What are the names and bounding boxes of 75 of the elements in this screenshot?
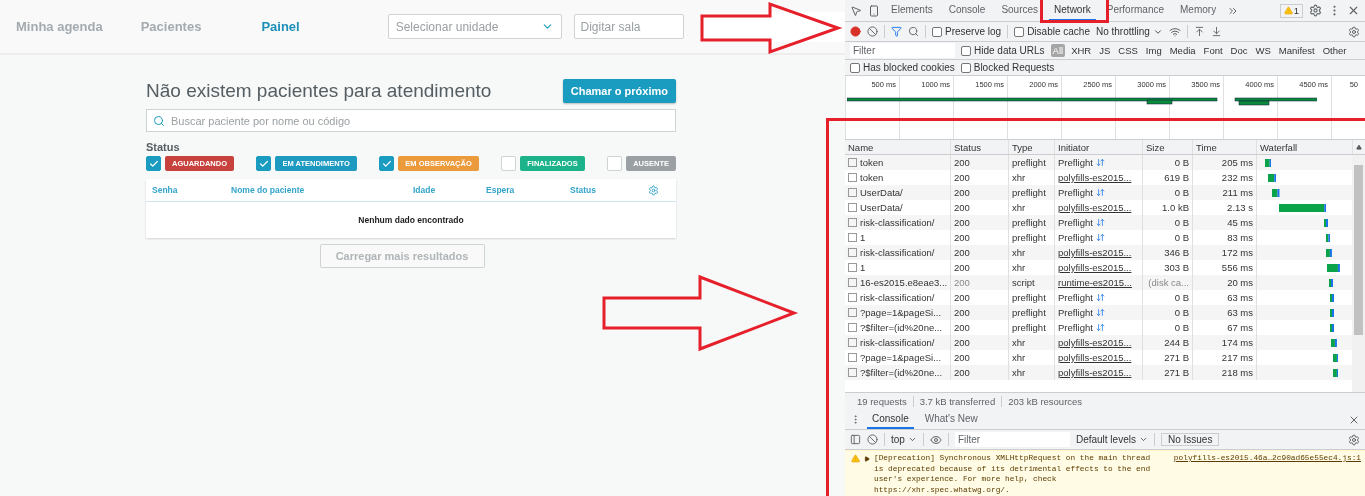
empty-message: Nenhum dado encontrado bbox=[358, 215, 464, 225]
request-name[interactable]: 1 bbox=[845, 230, 950, 245]
initiator-link[interactable]: polyfills-es2015... bbox=[1058, 262, 1132, 273]
type-filter[interactable]: Img bbox=[1143, 44, 1164, 57]
column-header[interactable]: Status bbox=[950, 140, 1008, 154]
column-header[interactable]: Size bbox=[1142, 140, 1192, 154]
type-filter[interactable]: XHR bbox=[1069, 44, 1094, 57]
request-name[interactable]: token bbox=[845, 170, 950, 185]
column-header[interactable]: Initiator bbox=[1054, 140, 1142, 154]
status-cell: 200 bbox=[950, 365, 1008, 380]
levels-select[interactable]: Default levels bbox=[1075, 434, 1148, 445]
request-name[interactable]: 16-es2015.e8eae3... bbox=[845, 275, 950, 290]
initiator-link[interactable]: polyfills-es2015... bbox=[1058, 202, 1132, 213]
column-header: Status bbox=[570, 185, 597, 195]
initiator-link[interactable]: polyfills-es2015... bbox=[1058, 172, 1132, 183]
type-filter[interactable]: CSS bbox=[1116, 44, 1140, 57]
type-filter[interactable]: Other bbox=[1320, 44, 1349, 57]
preserve-log-checkbox[interactable]: Preserve log bbox=[932, 26, 1002, 37]
nav-link[interactable]: Painel bbox=[261, 19, 300, 34]
drawer-tab[interactable]: What's New bbox=[919, 410, 983, 429]
disable-cache-checkbox[interactable]: Disable cache bbox=[1014, 26, 1090, 37]
status-label: Status bbox=[146, 141, 181, 153]
hide-data-urls-checkbox[interactable]: Hide data URLs bbox=[961, 45, 1045, 56]
request-name[interactable]: ?$filter=(id%20ne... bbox=[845, 365, 950, 380]
initiator-link[interactable]: polyfills-es2015... bbox=[1058, 352, 1132, 363]
warning-badge[interactable]: 1 bbox=[1279, 3, 1303, 18]
type-filter[interactable]: Font bbox=[1201, 44, 1225, 57]
console-filter-field[interactable]: Filter bbox=[954, 432, 1070, 447]
column-header: Nome do paciente bbox=[231, 185, 306, 195]
blocked-cookies-checkbox[interactable]: Has blocked cookies bbox=[850, 62, 955, 73]
request-name[interactable]: 1 bbox=[845, 260, 950, 275]
column-header: Senha bbox=[152, 185, 179, 195]
type-cell: xhr bbox=[1008, 365, 1054, 380]
request-name[interactable]: UserData/ bbox=[845, 200, 950, 215]
filter-field[interactable]: Filter bbox=[850, 43, 955, 58]
request-name[interactable]: token bbox=[845, 155, 950, 170]
column-header[interactable]: Name bbox=[845, 140, 950, 154]
blocked-requests-checkbox[interactable]: Blocked Requests bbox=[960, 62, 1055, 73]
request-name[interactable]: ?page=1&pageSi... bbox=[845, 350, 950, 365]
type-filter[interactable]: Media bbox=[1167, 44, 1198, 57]
devtools-tab[interactable]: Performance bbox=[1101, 0, 1169, 21]
throttling-select[interactable]: No throttling bbox=[1095, 26, 1163, 37]
page-heading: Não existem pacientes para atendimento bbox=[146, 80, 492, 102]
initiator-link[interactable]: polyfills-es2015... bbox=[1058, 337, 1132, 348]
request-name[interactable]: risk-classification/ bbox=[845, 215, 950, 230]
summary-text: 3.7 kB transferred bbox=[912, 396, 1002, 407]
devtools-tab[interactable]: Elements bbox=[886, 0, 938, 21]
request-name[interactable]: ?page=1&pageSi... bbox=[845, 305, 950, 320]
devtools-tab[interactable]: Sources bbox=[996, 0, 1044, 21]
issues-button[interactable]: No Issues bbox=[1160, 433, 1220, 446]
column-header[interactable]: Waterfall bbox=[1256, 140, 1352, 154]
context-select[interactable]: top bbox=[891, 434, 917, 445]
request-name[interactable]: ?$filter=(id%20ne... bbox=[845, 320, 950, 335]
request-name[interactable]: risk-classification/ bbox=[845, 335, 950, 350]
column-header: Idade bbox=[413, 185, 437, 195]
size-cell: 271 B bbox=[1142, 365, 1192, 380]
room-field[interactable]: Digitar sala bbox=[573, 14, 684, 39]
time-cell: 218 ms bbox=[1192, 365, 1256, 380]
initiator-link[interactable]: polyfills-es2015... bbox=[1058, 367, 1132, 378]
type-filter[interactable]: JS bbox=[1097, 44, 1113, 57]
devtools-tab[interactable]: Console bbox=[943, 0, 991, 21]
devtools-tab[interactable]: Memory bbox=[1175, 0, 1222, 21]
column-header[interactable]: Type bbox=[1008, 140, 1054, 154]
initiator-link[interactable]: runtime-es2015... bbox=[1058, 277, 1132, 288]
summary-text: 203 kB resources bbox=[1001, 396, 1089, 407]
request-name[interactable]: risk-classification/ bbox=[845, 290, 950, 305]
summary-text: 19 requests bbox=[856, 396, 908, 407]
request-name[interactable]: risk-classification/ bbox=[845, 245, 950, 260]
column-header: Espera bbox=[486, 185, 516, 195]
type-filter[interactable]: WS bbox=[1253, 44, 1273, 57]
type-filter[interactable]: Doc bbox=[1228, 44, 1250, 57]
request-name[interactable]: UserData/ bbox=[845, 185, 950, 200]
initiator-link[interactable]: polyfills-es2015... bbox=[1058, 247, 1132, 258]
column-header[interactable]: Time bbox=[1192, 140, 1256, 154]
type-filter[interactable]: Manifest bbox=[1276, 44, 1317, 57]
